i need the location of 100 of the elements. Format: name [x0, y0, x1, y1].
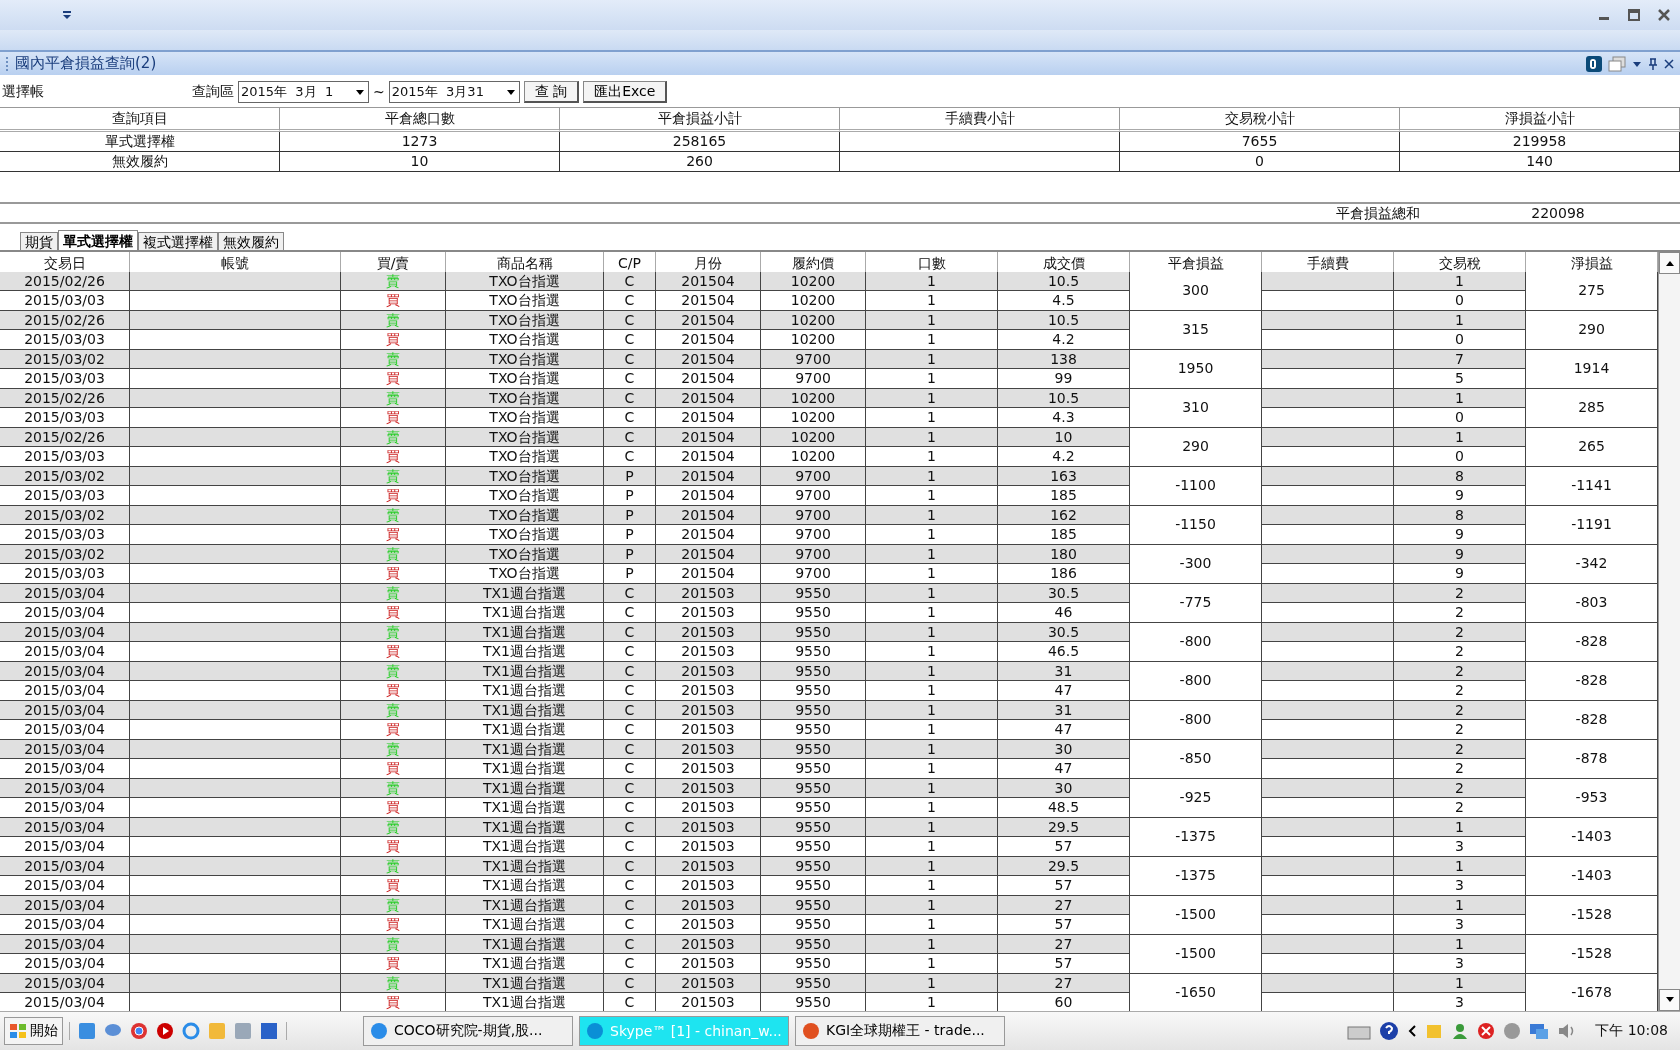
- table-cell: 2: [1394, 720, 1526, 740]
- table-cell: 9550: [761, 642, 866, 662]
- table-cell: 2: [1394, 642, 1526, 662]
- table-cell: C: [604, 622, 656, 642]
- taskbar-button[interactable]: COCO研究院-期貨,股...: [363, 1016, 573, 1046]
- table-cell: 賣: [341, 661, 446, 681]
- start-date-field[interactable]: 2015年 3月 1: [238, 81, 369, 103]
- table-cell: 31: [998, 700, 1130, 720]
- table-cell: -828: [1526, 622, 1658, 662]
- table-cell: TXO台指選: [446, 525, 604, 545]
- table-cell: 2015/03/04: [0, 759, 130, 779]
- scroll-down-button[interactable]: [1659, 989, 1680, 1011]
- table-cell: 賣: [341, 895, 446, 915]
- browser-icon[interactable]: [130, 1022, 148, 1040]
- query-button[interactable]: 查 詢: [523, 81, 580, 103]
- table-cell: 201503: [656, 739, 761, 759]
- table-cell: C: [604, 720, 656, 740]
- table-cell: 4.2: [998, 330, 1130, 350]
- end-date-field[interactable]: 2015年 3月31: [388, 81, 520, 103]
- scroll-up-button[interactable]: [1659, 252, 1680, 274]
- close-icon[interactable]: [1658, 9, 1670, 21]
- table-cell: -800: [1130, 661, 1262, 701]
- user-icon[interactable]: [1451, 1022, 1470, 1040]
- table-cell: 201504: [656, 408, 761, 428]
- table-cell: 9700: [761, 349, 866, 369]
- table-cell: 185: [998, 486, 1130, 506]
- table-cell: 1914: [1526, 349, 1658, 389]
- table-cell: 1: [866, 700, 998, 720]
- table-cell: 10200: [761, 408, 866, 428]
- quick-access-caret-icon[interactable]: [62, 10, 72, 20]
- table-cell: 2015/03/04: [0, 876, 130, 896]
- table-cell: 2015/03/04: [0, 603, 130, 623]
- table-cell: C: [604, 739, 656, 759]
- pin-icon[interactable]: [1648, 57, 1658, 70]
- table-cell: 315: [1130, 310, 1262, 350]
- table-cell: 29.5: [998, 817, 1130, 837]
- network-icon[interactable]: [1529, 1022, 1550, 1040]
- table-cell: -828: [1526, 700, 1658, 740]
- tab[interactable]: 單式選擇權: [58, 230, 138, 250]
- table-cell: C: [604, 408, 656, 428]
- table-cell: 201503: [656, 798, 761, 818]
- error-icon[interactable]: [1477, 1022, 1496, 1040]
- start-button[interactable]: 開始: [4, 1017, 63, 1045]
- table-cell: 2015/03/04: [0, 622, 130, 642]
- column-header: 平倉損益小計: [560, 107, 840, 132]
- table-cell: 30: [998, 739, 1130, 759]
- table-cell: C: [604, 369, 656, 389]
- table-cell: 9550: [761, 778, 866, 798]
- table-cell: C: [604, 895, 656, 915]
- media-player-icon[interactable]: [78, 1022, 96, 1040]
- tab[interactable]: 無效履約: [218, 232, 284, 250]
- table-cell: 1: [1394, 973, 1526, 993]
- column-header: 手續費小計: [840, 107, 1120, 132]
- table-cell: 29.5: [998, 856, 1130, 876]
- table-cell: 9550: [761, 915, 866, 935]
- table-cell: -878: [1526, 739, 1658, 779]
- table-cell: TXO台指選: [446, 466, 604, 486]
- account-label: 選擇帳: [2, 83, 45, 101]
- tab[interactable]: 複式選擇權: [138, 232, 218, 250]
- table-cell: TX1週台指選: [446, 778, 604, 798]
- table-cell: 0: [1120, 152, 1400, 172]
- table-cell: C: [604, 388, 656, 408]
- disc-icon[interactable]: [1503, 1022, 1522, 1040]
- chevron-icon[interactable]: [1407, 1024, 1418, 1038]
- table-cell: 1: [866, 798, 998, 818]
- table-cell: 8: [1394, 466, 1526, 486]
- table-cell: TX1週台指選: [446, 954, 604, 974]
- maximize-icon[interactable]: [1628, 9, 1640, 21]
- table-cell: 1: [866, 973, 998, 993]
- table-cell: 1: [1394, 427, 1526, 447]
- window-icon[interactable]: [1608, 55, 1626, 72]
- table-cell: 1: [866, 544, 998, 564]
- table-cell: 10200: [761, 310, 866, 330]
- table-cell: 1: [866, 895, 998, 915]
- table-cell: 258165: [560, 132, 840, 152]
- table-cell: -1528: [1526, 934, 1658, 974]
- table-cell: 10: [280, 152, 560, 172]
- table-cell: 1: [866, 447, 998, 467]
- tab[interactable]: 期貨: [20, 232, 58, 250]
- close-icon[interactable]: [1664, 58, 1674, 69]
- play-icon[interactable]: [156, 1022, 174, 1040]
- table-cell: 57: [998, 915, 1130, 935]
- table-cell: TXO台指選: [446, 544, 604, 564]
- table-cell: 2015/03/02: [0, 544, 130, 564]
- d-logo-icon[interactable]: [1586, 55, 1602, 72]
- table-cell: TX1週台指選: [446, 817, 604, 837]
- export-button[interactable]: 匯出Exce: [583, 81, 668, 103]
- table-cell: 3: [1394, 915, 1526, 935]
- range-separator: ~: [373, 84, 385, 100]
- taskbar-button[interactable]: KGI全球期權王 - trade...: [795, 1016, 1005, 1046]
- table-cell: 9550: [761, 583, 866, 603]
- table-cell: TXO台指選: [446, 564, 604, 584]
- table-cell: 買: [341, 525, 446, 545]
- help-icon[interactable]: [1379, 1021, 1400, 1041]
- table-cell: 買: [341, 603, 446, 623]
- desktop-icon[interactable]: [260, 1022, 278, 1040]
- table-cell: TX1週台指選: [446, 856, 604, 876]
- table-cell: 2015/02/26: [0, 427, 130, 447]
- table-cell: 買: [341, 798, 446, 818]
- table-cell: 2015/03/03: [0, 486, 130, 506]
